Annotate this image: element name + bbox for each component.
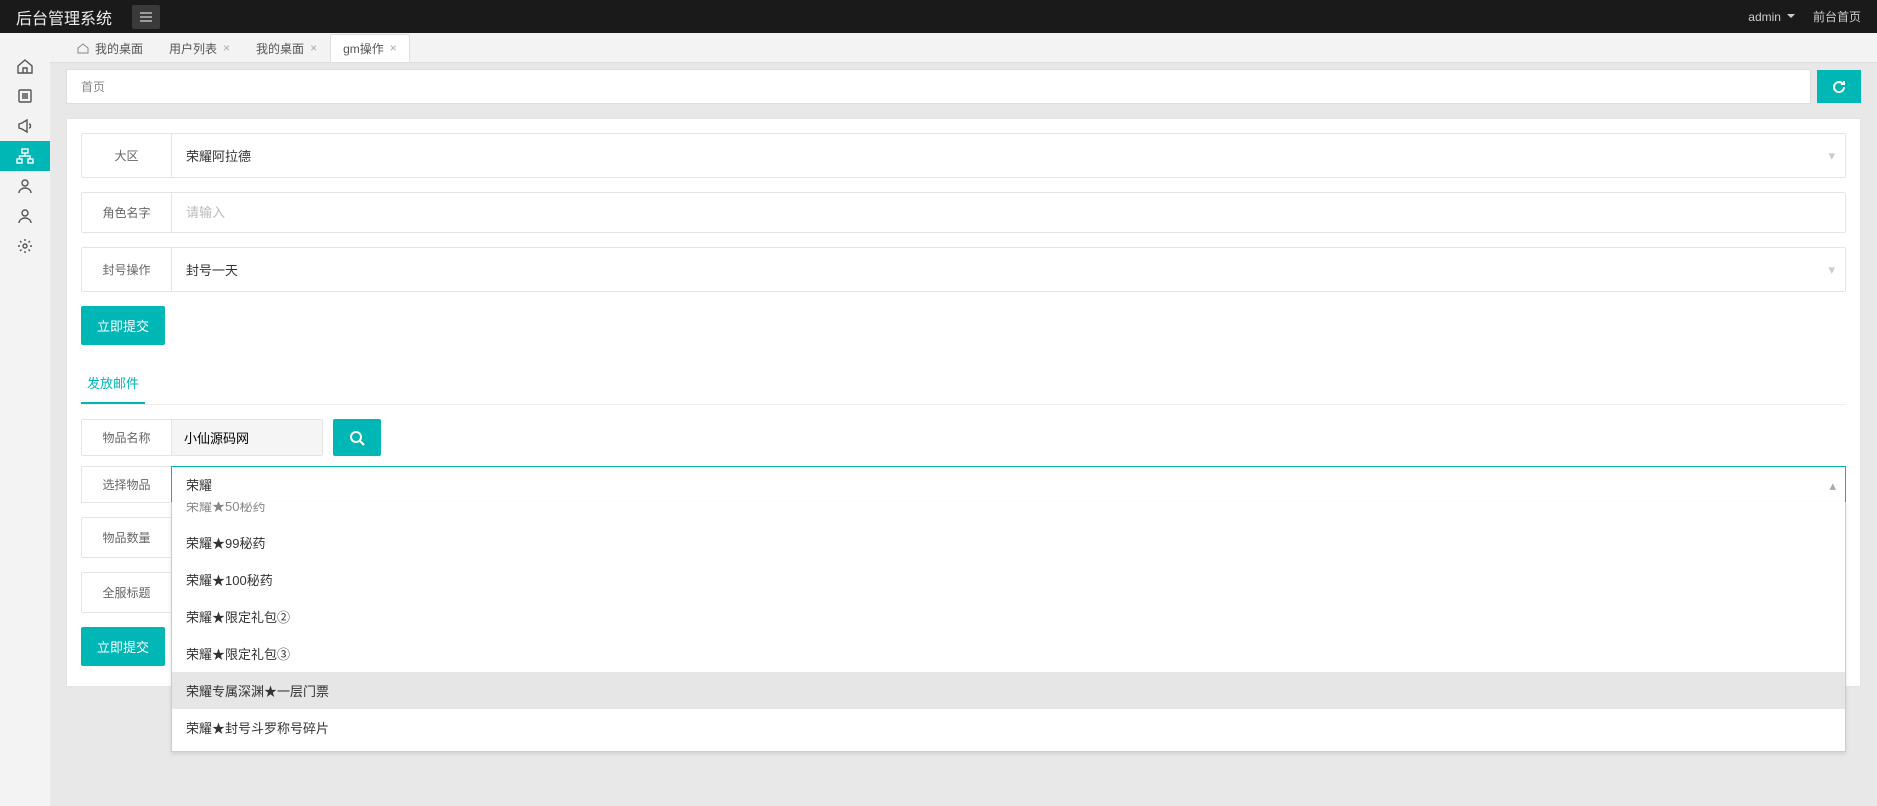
user-dropdown[interactable]: admin [1748, 10, 1795, 24]
home-icon [77, 43, 89, 54]
search-icon [349, 430, 365, 446]
select-item-combobox[interactable] [171, 466, 1846, 503]
select-item-dropdown[interactable]: 荣耀★50秘药荣耀★99秘药荣耀★100秘药荣耀★限定礼包②荣耀★限定礼包③荣耀… [171, 502, 1846, 752]
tab-gm[interactable]: gm操作 × [330, 34, 410, 62]
sidebar-item-list[interactable] [0, 81, 50, 111]
sidebar-item-user2[interactable] [0, 201, 50, 231]
breadcrumb: 首页 [66, 69, 1811, 104]
dropdown-option[interactable]: 荣耀★100秘药 [172, 561, 1845, 598]
close-icon[interactable]: × [390, 41, 397, 55]
form-card: 大区 荣耀阿拉德 ▾ 角色名字 封号操作 封号一天 ▾ 立即提交 [66, 118, 1861, 687]
close-icon[interactable]: × [310, 41, 317, 55]
dropdown-option[interactable]: 荣耀专属深渊★一层门票 [172, 672, 1845, 709]
dropdown-option[interactable]: 荣耀★宝珠附魔毕业包 [172, 746, 1845, 752]
top-header: 后台管理系统 admin 前台首页 [0, 0, 1877, 33]
dropdown-option[interactable]: 荣耀★99秘药 [172, 524, 1845, 561]
user-icon [17, 208, 33, 224]
ban-label: 封号操作 [82, 248, 172, 291]
tab-desktop2[interactable]: 我的桌面 × [243, 34, 330, 62]
chevron-down-icon [1787, 14, 1795, 19]
user-name: admin [1748, 10, 1781, 24]
ban-select[interactable]: 封号一天 [172, 248, 1845, 291]
sidebar-item-org[interactable] [0, 141, 50, 171]
home-icon [16, 58, 34, 74]
item-name-label: 物品名称 [82, 420, 172, 455]
role-label: 角色名字 [82, 193, 172, 232]
tab-desktop1[interactable]: 我的桌面 [64, 34, 156, 62]
search-button[interactable] [333, 419, 381, 456]
tab-bar: 我的桌面 用户列表 × 我的桌面 × gm操作 × [50, 33, 1877, 63]
sidebar-item-home[interactable] [0, 51, 50, 81]
region-select[interactable]: 荣耀阿拉德 [172, 134, 1845, 177]
megaphone-icon [17, 118, 33, 134]
brand-title: 后台管理系统 [16, 5, 112, 29]
sidebar-toggle-button[interactable] [132, 5, 160, 29]
submit-button-2[interactable]: 立即提交 [81, 627, 165, 666]
user-icon [17, 178, 33, 194]
submit-button-1[interactable]: 立即提交 [81, 306, 165, 345]
tab-userlist[interactable]: 用户列表 × [156, 34, 243, 62]
role-input[interactable] [172, 193, 1845, 232]
sidebar-item-announce[interactable] [0, 111, 50, 141]
sidebar [0, 33, 50, 806]
title-label: 全服标题 [82, 573, 172, 612]
refresh-icon [1831, 79, 1847, 95]
refresh-button[interactable] [1817, 70, 1861, 103]
dropdown-option[interactable]: 荣耀★50秘药 [172, 502, 1845, 524]
sidebar-item-user1[interactable] [0, 171, 50, 201]
dropdown-option[interactable]: 荣耀★封号斗罗称号碎片 [172, 709, 1845, 746]
org-chart-icon [16, 148, 34, 164]
front-home-link[interactable]: 前台首页 [1813, 8, 1861, 25]
item-name-input[interactable] [172, 420, 322, 455]
close-icon[interactable]: × [223, 41, 230, 55]
region-label: 大区 [82, 134, 172, 177]
dropdown-option[interactable]: 荣耀★限定礼包② [172, 598, 1845, 635]
select-item-label: 选择物品 [81, 466, 171, 503]
menu-icon [139, 11, 153, 23]
subtab-mail[interactable]: 发放邮件 [81, 363, 145, 404]
list-icon [17, 88, 33, 104]
sidebar-item-settings[interactable] [0, 231, 50, 261]
qty-label: 物品数量 [82, 518, 172, 557]
dropdown-option[interactable]: 荣耀★限定礼包③ [172, 635, 1845, 672]
gear-icon [17, 238, 33, 254]
